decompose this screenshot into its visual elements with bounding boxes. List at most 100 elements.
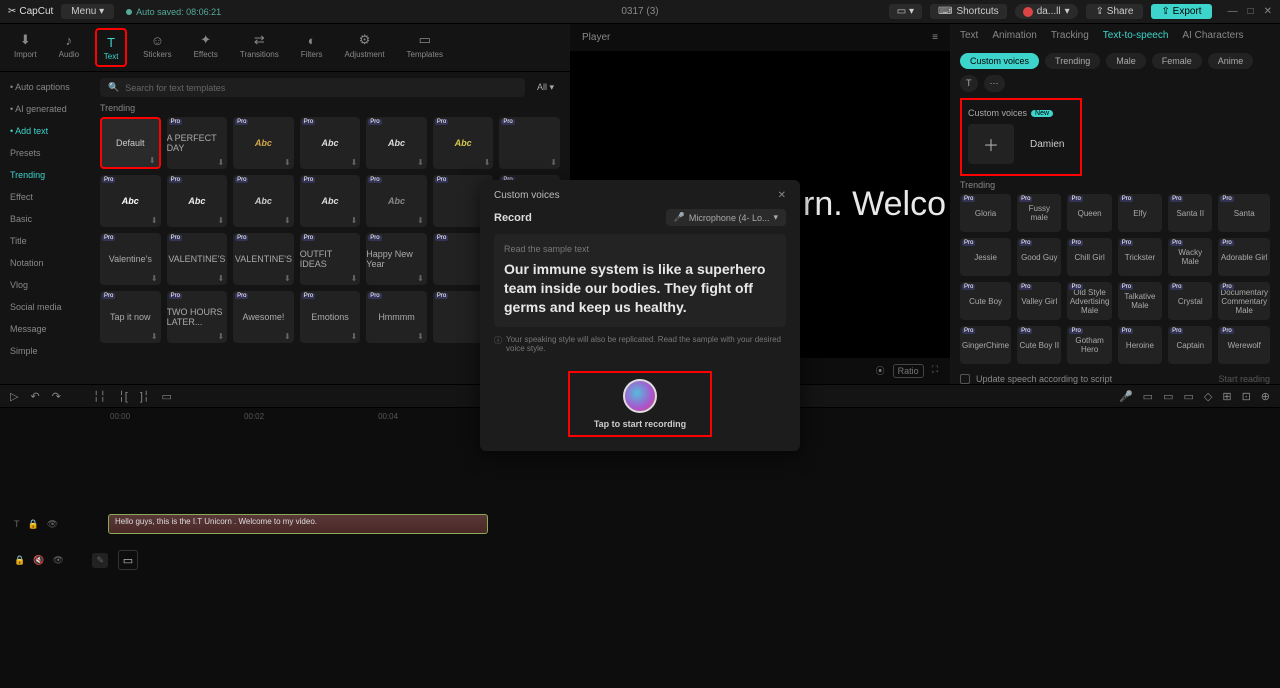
filter-chip[interactable]: Male [1106,53,1146,69]
right-tab[interactable]: Tracking [1051,30,1089,41]
tool2-icon[interactable]: ▭ [1163,390,1173,403]
voice-preset[interactable]: ProCute Boy [960,282,1011,320]
sidebar-item[interactable]: • AI generated [0,98,90,120]
tool-tab-text[interactable]: TText [95,28,127,67]
tool4-icon[interactable]: ◇ [1204,390,1212,403]
custom-voice-item[interactable]: Damien [1020,124,1074,164]
tool-tab-stickers[interactable]: ☺Stickers [137,28,177,67]
start-reading-button[interactable]: Start reading [1218,374,1270,384]
voice-preset[interactable]: ProElfy [1118,194,1162,232]
right-tab[interactable]: Text [960,30,978,41]
filter-chip[interactable]: Anime [1208,53,1254,69]
tool5-icon[interactable]: ⊞ [1222,390,1231,403]
menu-button[interactable]: Menu ▾ [61,4,114,19]
voice-preset[interactable]: ProWacky Male [1168,238,1212,276]
text-preset[interactable]: ProAbc⬇ [233,117,294,169]
filter-chip[interactable]: Custom voices [960,53,1039,69]
redo-icon[interactable]: ↷ [52,390,61,403]
voice-preset[interactable]: ProDocumentary Commentary Male [1218,282,1270,320]
right-tab[interactable]: Animation [992,30,1036,41]
voice-preset[interactable]: ProOld Style Advertising Male [1067,282,1111,320]
sidebar-item[interactable]: Basic [0,208,90,230]
voice-preset[interactable]: ProQueen [1067,194,1111,232]
text-preset[interactable]: Default⬇ [100,117,161,169]
text-preset[interactable]: ProTap it now⬇ [100,291,161,343]
expand-icon[interactable]: ⛶ [932,364,938,378]
tool-tab-import[interactable]: ⬇Import [8,28,43,67]
text-preset[interactable]: Pro⬇ [499,117,560,169]
splitleft-icon[interactable]: ╎[ [118,390,128,403]
voice-preset[interactable]: ProCrystal [1168,282,1212,320]
text-preset[interactable]: ProHappy New Year⬇ [366,233,427,285]
text-preset[interactable]: ProTWO HOURS LATER...⬇ [167,291,228,343]
voice-preset[interactable]: ProSanta [1218,194,1270,232]
add-clip-button[interactable]: ▭ [118,550,138,570]
text-preset[interactable]: ProA PERFECT DAY⬇ [167,117,228,169]
tool-tab-templates[interactable]: ▭Templates [401,28,449,67]
modal-close-icon[interactable]: ✕ [778,190,786,201]
sidebar-item[interactable]: • Add text [0,120,90,142]
text-preset[interactable]: ProAbc⬇ [300,175,361,227]
undo-icon[interactable]: ↶ [30,390,39,403]
zoom-icon[interactable]: ⊕ [1261,390,1270,403]
text-preset[interactable]: ProAbc⬇ [366,175,427,227]
select-tool-icon[interactable]: ▷ [10,390,18,403]
more-chip[interactable]: ⋯ [984,75,1005,92]
tool-tab-effects[interactable]: ✦Effects [188,28,224,67]
sidebar-item[interactable]: Title [0,230,90,252]
voice-preset[interactable]: ProGingerChime [960,326,1011,364]
minimize-icon[interactable]: — [1228,6,1238,17]
filter-chip[interactable]: Trending [1045,53,1100,69]
tool3-icon[interactable]: ▭ [1183,390,1193,403]
voice-preset[interactable]: ProCute Boy II [1017,326,1061,364]
microphone-select[interactable]: 🎤 Microphone (4- Lo... ▾ [666,209,786,226]
text-preset[interactable]: ProAbc⬇ [100,175,161,227]
tool1-icon[interactable]: ▭ [1143,390,1153,403]
text-track[interactable]: T🔒👁 Hello guys, this is the I.T Unicorn … [0,508,1280,540]
update-checkbox[interactable] [960,374,970,384]
voice-preset[interactable]: ProHeroine [1118,326,1162,364]
tool-tab-transitions[interactable]: ⇄Transitions [234,28,285,67]
text-preset[interactable]: ProHmmmm⬇ [366,291,427,343]
user-badge[interactable]: da...ll ▾ [1015,4,1078,19]
text-preset[interactable]: ProAbc⬇ [366,117,427,169]
player-menu-icon[interactable]: ≡ [932,32,938,43]
voice-preset[interactable]: ProSanta II [1168,194,1212,232]
ratio-button[interactable]: Ratio [893,364,924,378]
sidebar-item[interactable]: Social media [0,296,90,318]
record-button[interactable] [623,379,657,413]
voice-preset[interactable]: ProGood Guy [1017,238,1061,276]
add-voice-button[interactable]: ＋ [968,124,1014,164]
delete-icon[interactable]: ▭ [162,390,172,403]
aspect-button[interactable]: ▭ ▾ [889,4,922,19]
sidebar-item[interactable]: Message [0,318,90,340]
right-tab[interactable]: Text-to-speech [1103,30,1169,41]
voice-preset[interactable]: ProTalkative Male [1118,282,1162,320]
voice-preset[interactable]: ProGotham Hero [1067,326,1111,364]
voice-preset[interactable]: ProWerewolf [1218,326,1270,364]
text-preset[interactable]: ProAwesome!⬇ [233,291,294,343]
sidebar-item[interactable]: Effect [0,186,90,208]
voice-preset[interactable]: ProAdorable Girl [1218,238,1270,276]
tool-tab-filters[interactable]: ◐Filters [295,28,329,67]
share-button[interactable]: ⇪ Share [1086,4,1144,19]
tool6-icon[interactable]: ⊡ [1242,390,1251,403]
extra-chip[interactable]: T [960,75,978,92]
voice-preset[interactable]: ProTrickster [1118,238,1162,276]
export-button[interactable]: ⇪ Export [1151,4,1211,19]
sidebar-item[interactable]: Simple [0,340,90,362]
sidebar-item[interactable]: Presets [0,142,90,164]
voice-preset[interactable]: ProJessie [960,238,1011,276]
text-preset[interactable]: ProAbc⬇ [167,175,228,227]
text-preset[interactable]: ProAbc⬇ [300,117,361,169]
voice-preset[interactable]: ProChill Girl [1067,238,1111,276]
tool-tab-adjustment[interactable]: ⚙Adjustment [339,28,391,67]
split-icon[interactable]: ╎╎ [93,390,106,403]
text-preset[interactable]: ProVALENTINE'S⬇ [233,233,294,285]
text-preset[interactable]: ProAbc⬇ [233,175,294,227]
text-preset[interactable]: ProAbc⬇ [433,117,494,169]
sidebar-item[interactable]: Trending [0,164,90,186]
text-preset[interactable]: ProEmotions⬇ [300,291,361,343]
text-preset[interactable]: ProValentine's⬇ [100,233,161,285]
sidebar-item[interactable]: • Auto captions [0,76,90,98]
